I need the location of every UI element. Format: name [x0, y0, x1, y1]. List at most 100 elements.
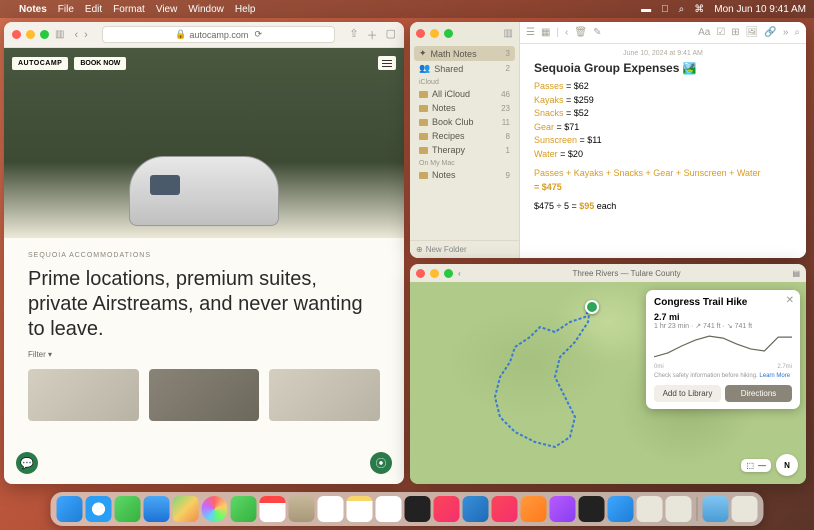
dock-maps[interactable] [173, 496, 199, 522]
learn-more-link[interactable]: Learn More [759, 373, 790, 379]
dock-app-store[interactable] [608, 496, 634, 522]
dock-system-settings[interactable] [666, 496, 692, 522]
menu-help[interactable]: Help [235, 4, 256, 15]
dock-tv[interactable] [405, 496, 431, 522]
dock-music[interactable] [434, 496, 460, 522]
compass-button[interactable]: N [776, 454, 798, 476]
route-meta: 1 hr 23 min · ↗ 741 ft · ↘ 741 ft [654, 322, 792, 330]
close-button[interactable] [12, 30, 21, 39]
map-view-control[interactable]: ⬚— [741, 459, 771, 472]
note-body[interactable]: June 10, 2024 at 9:41 AM Sequoia Group E… [520, 44, 806, 258]
dock-keynote[interactable] [463, 496, 489, 522]
back-icon[interactable]: ‹ [458, 269, 461, 278]
map-mode-icon[interactable]: ▤ [792, 269, 800, 278]
picture-emoji-icon: 🏞️ [683, 63, 697, 75]
media-icon[interactable]: 🖼 [746, 27, 759, 38]
back-button[interactable]: ‹ [74, 29, 78, 41]
zoom-button[interactable] [444, 29, 453, 38]
clock[interactable]: Mon Jun 10 9:41 AM [714, 4, 806, 15]
trash-icon[interactable]: 🗑 [574, 27, 587, 38]
dock-contacts[interactable] [289, 496, 315, 522]
dock-messages[interactable] [115, 496, 141, 522]
folder-math-notes[interactable]: ✦ Math Notes 3 [414, 46, 515, 61]
reload-icon[interactable]: ⟳ [254, 29, 262, 40]
dock-trash[interactable] [732, 496, 758, 522]
list-view-icon[interactable]: ☰ [526, 27, 535, 38]
hamburger-menu-icon[interactable] [378, 56, 396, 70]
sidebar-toggle-icon[interactable]: ▥ [504, 28, 513, 39]
dock-safari[interactable] [86, 496, 112, 522]
tabs-icon[interactable]: ▢ [386, 27, 396, 43]
new-tab-icon[interactable]: ＋ [367, 27, 378, 43]
minimize-button[interactable] [26, 30, 35, 39]
notes-editor: ☰ ▦ | ‹ 🗑 ✎ Aa ☑ ⊞ 🖼 🔗 » ⌕ June 10, 2024… [520, 22, 806, 258]
dock-news[interactable] [492, 496, 518, 522]
map-canvas[interactable]: ✕ Congress Trail Hike 2.7 mi 1 hr 23 min… [410, 282, 806, 484]
dock-passwords[interactable] [637, 496, 663, 522]
control-center-icon[interactable]: ⌘ [694, 4, 704, 15]
grid-view-icon[interactable]: ▦ [541, 27, 550, 38]
zoom-button[interactable] [444, 269, 453, 278]
menu-edit[interactable]: Edit [85, 4, 102, 15]
share-icon[interactable]: ⇧ [349, 27, 358, 43]
link-icon[interactable]: 🔗 [764, 27, 776, 38]
dock-finder[interactable] [57, 496, 83, 522]
checklist-icon[interactable]: ☑ [716, 27, 725, 38]
folder-local-notes[interactable]: Notes9 [414, 168, 515, 182]
section-on-my-mac: On My Mac [414, 157, 515, 168]
folder-book-club[interactable]: Book Club11 [414, 115, 515, 129]
dock-calculator[interactable] [579, 496, 605, 522]
back-icon[interactable]: ‹ [565, 27, 568, 38]
minimize-button[interactable] [430, 269, 439, 278]
app-menu[interactable]: Notes [19, 4, 47, 15]
site-logo[interactable]: AUTOCAMP [12, 57, 68, 70]
menu-file[interactable]: File [58, 4, 74, 15]
add-to-library-button[interactable]: Add to Library [654, 385, 721, 402]
folder-icon [419, 119, 428, 126]
trailhead-pin[interactable] [585, 300, 599, 314]
folder-recipes[interactable]: Recipes8 [414, 129, 515, 143]
menu-window[interactable]: Window [188, 4, 224, 15]
more-icon[interactable]: » [783, 27, 789, 38]
forward-button[interactable]: › [84, 29, 88, 41]
dock-reminders[interactable] [318, 496, 344, 522]
dock-downloads[interactable] [703, 496, 729, 522]
dock-photos[interactable] [202, 496, 228, 522]
folder-all-icloud[interactable]: All iCloud46 [414, 87, 515, 101]
table-icon[interactable]: ⊞ [731, 27, 739, 38]
format-icon[interactable]: Aa [698, 27, 710, 38]
dock-notes[interactable] [347, 496, 373, 522]
close-button[interactable] [416, 29, 425, 38]
dock-mail[interactable] [144, 496, 170, 522]
accessibility-fab[interactable]: ⦿ [370, 452, 392, 474]
battery-icon[interactable]: ▬ [641, 4, 651, 15]
directions-button[interactable]: Directions [725, 385, 792, 402]
zoom-button[interactable] [40, 30, 49, 39]
menu-format[interactable]: Format [113, 4, 145, 15]
chat-fab[interactable]: 💬 [16, 452, 38, 474]
minimize-button[interactable] [430, 29, 439, 38]
close-button[interactable] [416, 269, 425, 278]
dock-calendar[interactable] [260, 496, 286, 522]
accommodation-thumb[interactable] [269, 369, 380, 421]
search-icon[interactable]: ⌕ [679, 4, 685, 15]
sidebar-toggle-icon[interactable]: ▥ [55, 29, 64, 40]
filter-link[interactable]: Filter ▾ [4, 350, 404, 359]
accommodation-thumb[interactable] [149, 369, 260, 421]
dock-freeform[interactable] [376, 496, 402, 522]
new-folder-button[interactable]: ⊕New Folder [410, 240, 519, 258]
accommodation-thumb[interactable] [28, 369, 139, 421]
menu-view[interactable]: View [156, 4, 178, 15]
dock-facetime[interactable] [231, 496, 257, 522]
close-icon[interactable]: ✕ [786, 295, 794, 306]
folder-notes[interactable]: Notes23 [414, 101, 515, 115]
book-now-button[interactable]: BOOK NOW [74, 57, 126, 70]
folder-therapy[interactable]: Therapy1 [414, 143, 515, 157]
search-icon[interactable]: ⌕ [794, 27, 800, 38]
dock-books[interactable] [521, 496, 547, 522]
folder-shared[interactable]: 👥 Shared 2 [414, 61, 515, 76]
url-bar[interactable]: 🔒 autocamp.com ⟳ [102, 26, 336, 43]
compose-icon[interactable]: ✎ [593, 27, 601, 38]
dock-podcasts[interactable] [550, 496, 576, 522]
wifi-icon[interactable]: 􀙇 [661, 4, 669, 15]
